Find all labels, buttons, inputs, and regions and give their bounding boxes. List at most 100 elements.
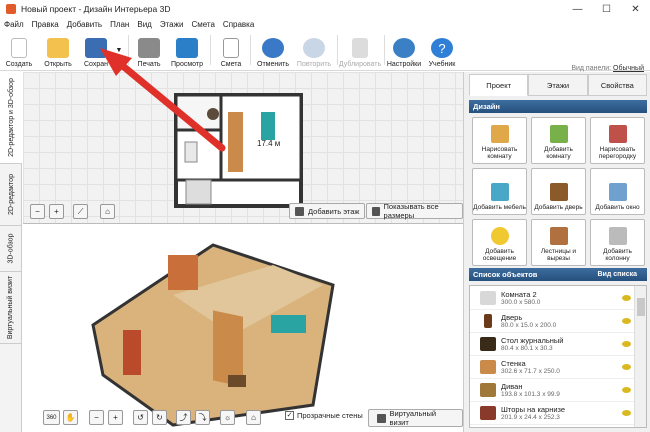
menu-floors[interactable]: Этажи [160, 20, 184, 29]
draw-room-button[interactable]: Нарисовать комнату [472, 117, 527, 164]
eye-icon[interactable] [622, 318, 631, 324]
undo-button[interactable]: Отменить [255, 32, 291, 68]
window-icon [608, 183, 627, 201]
zoom-in-button[interactable]: + [49, 204, 64, 219]
menu-estimate[interactable]: Смета [191, 20, 214, 29]
save-button[interactable]: Сохран [80, 32, 112, 68]
add-lighting-button[interactable]: Добавить освещение [472, 219, 527, 266]
rotate-360-button[interactable]: 360 [43, 410, 60, 425]
tab-floors[interactable]: Этажи [528, 74, 588, 96]
monitor-icon [176, 38, 198, 58]
right-tabs: Проект Этажи Свойства [469, 74, 647, 96]
door-icon [549, 183, 568, 201]
virtual-visit-button[interactable]: Виртуальный визит [368, 409, 463, 427]
create-button[interactable]: Создать [5, 32, 33, 68]
list-item[interactable]: Комната 2 300.0 x 580.0 [470, 287, 635, 310]
zoom-out-button[interactable]: − [30, 204, 45, 219]
redo-button[interactable]: Повторить [294, 32, 334, 68]
tab-project[interactable]: Проект [469, 74, 529, 96]
minimize-button[interactable]: — [563, 0, 592, 18]
pan-hand-button[interactable]: ✋ [63, 410, 78, 425]
right-panel: Проект Этажи Свойства Дизайн Нарисовать … [463, 72, 650, 432]
add-furniture-button[interactable]: Добавить мебель [472, 168, 527, 215]
print-button[interactable]: Печать [134, 32, 164, 68]
list-item[interactable]: Стенка 302.6 x 71.7 x 250.0 [470, 356, 635, 379]
zoom-in-3d-button[interactable]: + [108, 410, 123, 425]
list-item[interactable]: Стол журнальный 80.4 x 80.1 x 30.3 [470, 333, 635, 356]
save-dropdown[interactable]: ▼ [114, 32, 124, 68]
undo-icon [262, 38, 284, 58]
transparent-walls-toggle[interactable]: ✓ Прозрачные стены [285, 411, 363, 420]
view-3d-canvas[interactable]: 360 ✋ − + ↺ ↻ ⤴ ⤵ ☼ ⌂ ✓ Прозрачные стены… [23, 225, 463, 432]
settings-button[interactable]: Настройки [386, 32, 422, 68]
home-button[interactable]: ⌂ [100, 204, 115, 219]
view-mode-tabs: 2D-редактор и 3D-обзор 2D-редактор 3D-об… [0, 72, 22, 432]
video-icon [377, 413, 386, 423]
menu-help[interactable]: Справка [223, 20, 254, 29]
rotate-right-icon: ↻ [156, 413, 163, 422]
tilt-down-button[interactable]: ⤵ [195, 410, 210, 425]
add-window-button[interactable]: Добавить окно [590, 168, 645, 215]
maximize-button[interactable]: ☐ [592, 0, 621, 18]
zoom-in-icon: + [54, 207, 59, 216]
app-icon [6, 4, 16, 14]
estimate-button[interactable]: Смета [217, 32, 245, 68]
menu-add[interactable]: Добавить [67, 20, 102, 29]
tab-properties[interactable]: Свойства [587, 74, 647, 96]
menu-file[interactable]: Файл [4, 20, 24, 29]
open-button[interactable]: Открыть [42, 32, 74, 68]
close-button[interactable]: ✕ [621, 0, 650, 18]
duplicate-button[interactable]: Дублировать [338, 32, 382, 68]
notepad-icon [223, 38, 239, 58]
home-3d-button[interactable]: ⌂ [246, 410, 261, 425]
menu-view[interactable]: Вид [137, 20, 151, 29]
room-area-label: 17.4 м [257, 139, 281, 148]
zoom-in-icon: + [113, 413, 118, 422]
plan-2d-canvas[interactable]: 17.4 м − + ⟋ ⌂ Добавить этаж Показывать … [23, 72, 463, 224]
eye-icon[interactable] [622, 295, 631, 301]
tab-3d[interactable]: 3D-обзор [0, 226, 22, 272]
panel-view-selector[interactable]: Вид панели: Обычный [571, 65, 644, 72]
new-file-icon [11, 38, 27, 58]
rotate-left-button[interactable]: ↺ [133, 410, 148, 425]
tilt-up-icon: ⤴ [179, 413, 188, 422]
scrollbar-thumb[interactable] [637, 298, 645, 316]
rotate-right-button[interactable]: ↻ [152, 410, 167, 425]
zoom-out-icon: − [94, 413, 99, 422]
add-floor-button[interactable]: Добавить этаж [289, 203, 366, 219]
eye-icon[interactable] [622, 387, 631, 393]
object-list-scrollbar[interactable] [634, 286, 646, 427]
menu-edit[interactable]: Правка [32, 20, 59, 29]
eye-icon[interactable] [622, 341, 631, 347]
tutorial-button[interactable]: ? Учебник [426, 32, 458, 68]
home-icon: ⌂ [251, 413, 256, 422]
room-icon [480, 291, 496, 305]
tab-virtual-visit[interactable]: Виртуальный визит [0, 272, 22, 344]
view-list-link[interactable]: Вид списка [598, 271, 637, 278]
eye-icon[interactable] [622, 410, 631, 416]
objects-section-header: Список объектов Вид списка [469, 268, 647, 281]
preview-button[interactable]: Просмотр [170, 32, 204, 68]
tab-2d[interactable]: 2D-редактор [0, 164, 22, 226]
tilt-up-button[interactable]: ⤴ [176, 410, 191, 425]
add-door-button[interactable]: Добавить дверь [531, 168, 586, 215]
light-button[interactable]: ☼ [220, 410, 235, 425]
list-item[interactable]: Диван 193.8 x 101.3 x 99.9 [470, 379, 635, 402]
ruler-button[interactable]: ⟋ [73, 204, 88, 219]
show-sizes-button[interactable]: Показывать все размеры [366, 202, 463, 220]
tilt-down-icon: ⤵ [198, 413, 207, 422]
tab-2d-3d[interactable]: 2D-редактор и 3D-обзор [0, 72, 22, 164]
add-room-button[interactable]: Добавить комнату [531, 117, 586, 164]
transparent-walls-checkbox[interactable]: ✓ [285, 411, 294, 420]
printer-icon [138, 38, 160, 58]
list-item[interactable]: Дверь 80.0 x 15.0 x 200.0 [470, 310, 635, 333]
list-item[interactable]: Шторы на карнизе 201.9 x 24.4 x 252.3 [470, 402, 635, 425]
add-column-button[interactable]: Добавить колонну [590, 219, 645, 266]
stairs-cutouts-button[interactable]: Лестницы и вырезы [531, 219, 586, 266]
menu-plan[interactable]: План [110, 20, 129, 29]
bulb-icon: ☼ [223, 413, 232, 422]
zoom-out-3d-button[interactable]: − [89, 410, 104, 425]
eye-icon[interactable] [622, 364, 631, 370]
draw-partition-button[interactable]: Нарисовать перегородку [590, 117, 645, 164]
rotate-left-icon: ↺ [137, 413, 144, 422]
